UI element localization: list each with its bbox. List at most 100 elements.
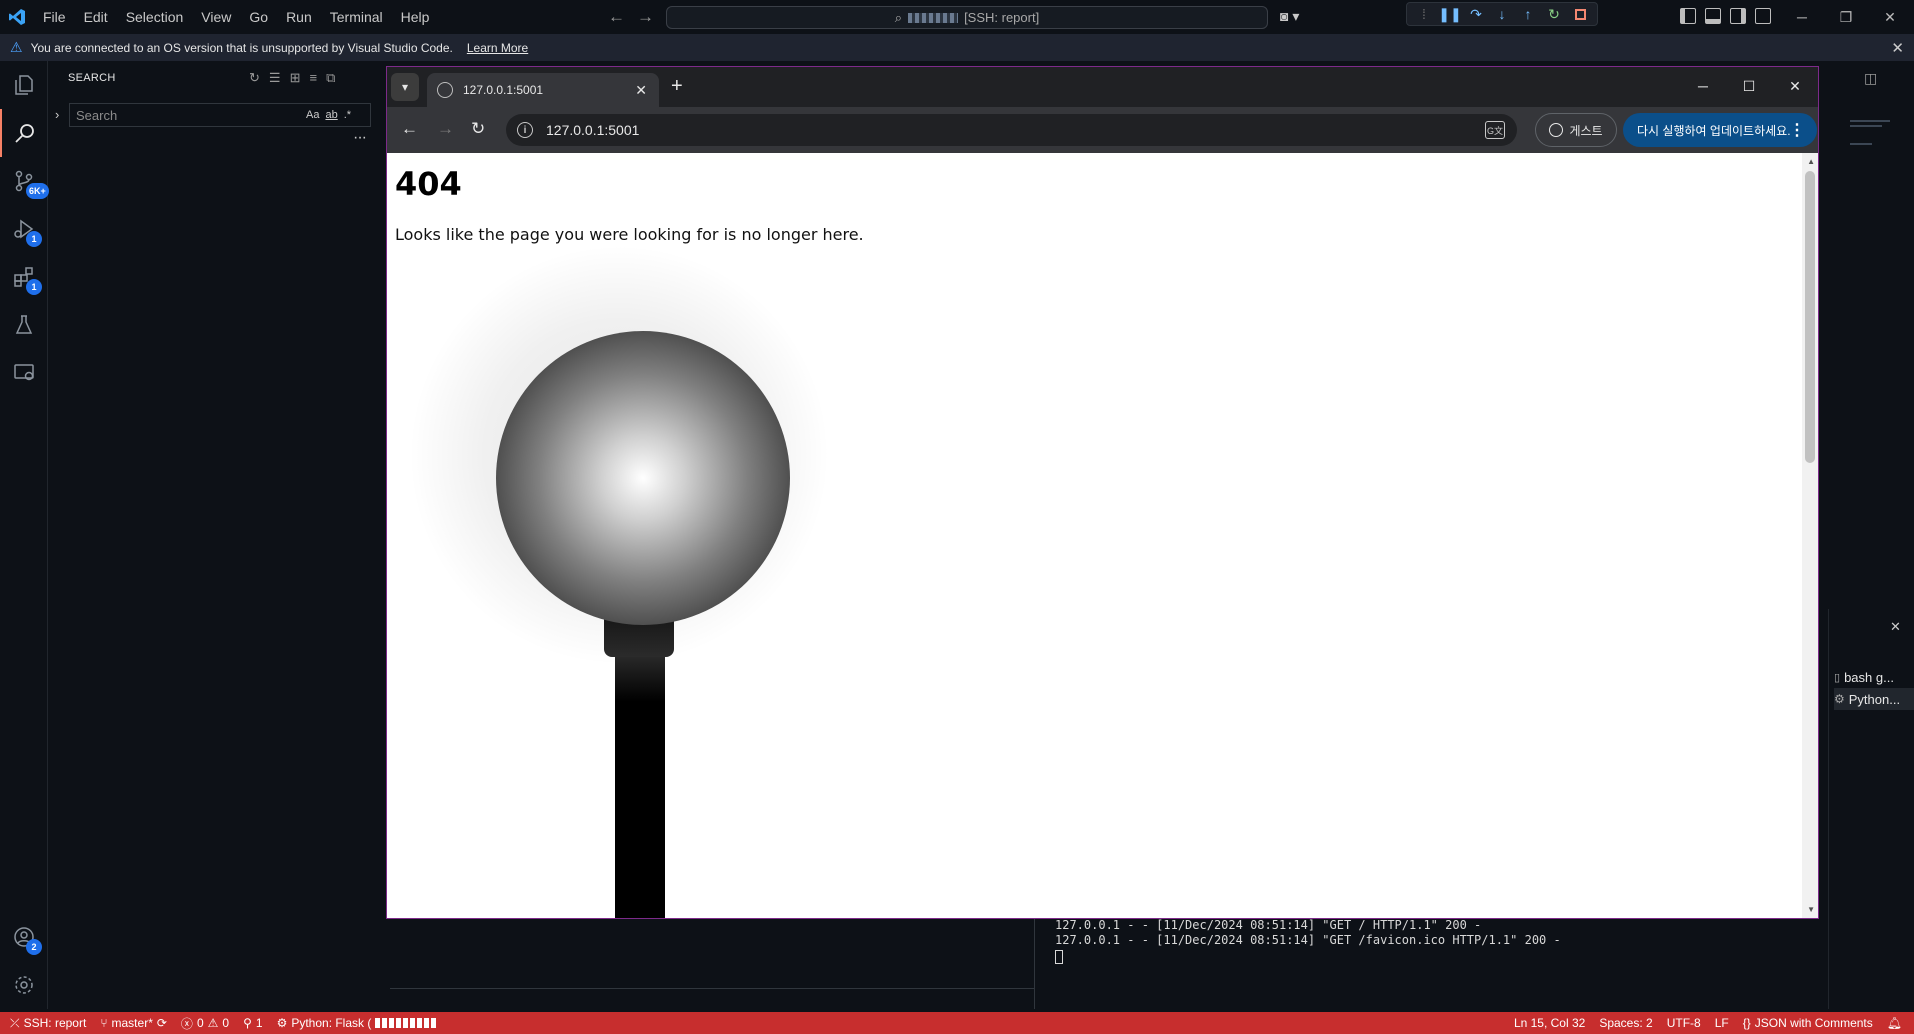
- step-out-icon[interactable]: ↑: [1515, 3, 1541, 25]
- command-center-label: [SSH: report]: [964, 10, 1040, 25]
- restore-icon[interactable]: ❐: [1824, 0, 1868, 34]
- minimize-icon[interactable]: ─: [1780, 0, 1824, 34]
- browser-back-icon[interactable]: ←: [401, 119, 418, 139]
- extensions-icon[interactable]: 1: [0, 253, 48, 301]
- branch-indicator[interactable]: ⑂ master* ⟳: [93, 1012, 174, 1034]
- terminal-tab-python[interactable]: ⚙ Python...: [1834, 688, 1914, 710]
- address-bar[interactable]: i 127.0.0.1:5001 G文: [506, 114, 1517, 146]
- menu-view[interactable]: View: [192, 0, 240, 34]
- command-center[interactable]: ⌕ [SSH: report]: [666, 6, 1268, 29]
- remote-indicator[interactable]: ⤫ SSH: report: [0, 1012, 93, 1034]
- collapse-all-icon[interactable]: ⧉: [326, 70, 335, 86]
- terminal-cursor: [1055, 950, 1063, 964]
- warning-icon: ⚠: [10, 39, 23, 55]
- terminal-output: 127.0.0.1 - - [11/Dec/2024 08:51:14] "GE…: [1055, 918, 1561, 948]
- menu-go[interactable]: Go: [240, 0, 277, 34]
- learn-more-link[interactable]: Learn More: [467, 41, 528, 55]
- lamp-pole: [615, 653, 665, 918]
- accounts-icon[interactable]: 2: [0, 913, 48, 961]
- warning-icon: ⚠: [207, 1016, 219, 1030]
- menu-run[interactable]: Run: [277, 0, 321, 34]
- restart-icon[interactable]: ↻: [1541, 3, 1567, 25]
- browser-window-controls: ─ ☐ ✕: [1680, 67, 1818, 105]
- browser-forward-icon[interactable]: →: [437, 119, 454, 139]
- testing-icon[interactable]: [0, 301, 48, 349]
- run-debug-icon[interactable]: 1: [0, 205, 48, 253]
- toggle-replace-chevron-icon[interactable]: ›: [55, 107, 59, 122]
- scroll-thumb[interactable]: [1805, 171, 1815, 463]
- window-controls: ─ ❐ ✕: [1780, 0, 1912, 34]
- new-tab-plus-icon[interactable]: +: [671, 75, 683, 98]
- search-view-icon[interactable]: [0, 109, 48, 157]
- menu-terminal[interactable]: Terminal: [321, 0, 392, 34]
- view-as-tree-icon[interactable]: ≡: [309, 70, 317, 86]
- run-configuration[interactable]: ⚙ Python: Flask (: [270, 1012, 445, 1034]
- menu-help[interactable]: Help: [392, 0, 439, 34]
- sync-icon: ⟳: [156, 1016, 167, 1030]
- problems-indicator[interactable]: ⓧ 0 ⚠ 0: [174, 1012, 236, 1034]
- browser-close-icon[interactable]: ✕: [1772, 67, 1818, 105]
- encoding[interactable]: UTF-8: [1660, 1012, 1708, 1034]
- tab-close-icon[interactable]: ✕: [635, 82, 647, 99]
- regex-icon[interactable]: .*: [344, 109, 351, 121]
- page-scrollbar[interactable]: ▲ ▼: [1802, 153, 1818, 918]
- sidebar-title: SEARCH: [68, 72, 116, 84]
- copilot-icon[interactable]: ◙ ▾: [1280, 8, 1299, 25]
- layout-controls: [1680, 8, 1771, 24]
- clear-results-icon[interactable]: ☰: [269, 70, 281, 86]
- browser-tab-title: 127.0.0.1:5001: [463, 83, 544, 97]
- address-bar-url: 127.0.0.1:5001: [546, 122, 640, 138]
- browser-minimize-icon[interactable]: ─: [1680, 67, 1726, 105]
- step-over-icon[interactable]: ↷: [1463, 3, 1489, 25]
- browser-menu-kebab-icon[interactable]: ⋮: [1789, 120, 1805, 140]
- indentation[interactable]: Spaces: 2: [1592, 1012, 1659, 1034]
- search-input[interactable]: [70, 107, 300, 123]
- forward-arrow-icon[interactable]: →: [637, 7, 654, 27]
- scroll-down-arrow-icon[interactable]: ▼: [1807, 905, 1815, 914]
- toggle-sidebar-icon[interactable]: [1680, 8, 1696, 24]
- terminal-tab-bash[interactable]: ▯ bash g...: [1834, 666, 1894, 688]
- ports-indicator[interactable]: ⚲ 1: [236, 1012, 269, 1034]
- browser-maximize-icon[interactable]: ☐: [1726, 67, 1772, 105]
- close-icon[interactable]: ✕: [1868, 0, 1912, 34]
- menu-file[interactable]: File: [34, 0, 75, 34]
- manage-gear-icon[interactable]: [0, 961, 48, 1009]
- browser-tab-strip: ▾ 127.0.0.1:5001 ✕ + ─ ☐ ✕: [387, 67, 1818, 107]
- new-search-editor-icon[interactable]: ⊞: [290, 70, 301, 86]
- split-editor-icon[interactable]: ◫: [1864, 70, 1877, 87]
- drag-handle-icon[interactable]: ⁞: [1411, 3, 1437, 25]
- step-into-icon[interactable]: ↓: [1489, 3, 1515, 25]
- explorer-icon[interactable]: [0, 61, 48, 109]
- remote-explorer-icon[interactable]: [0, 349, 48, 397]
- scroll-up-arrow-icon[interactable]: ▲: [1807, 157, 1815, 166]
- cursor-position[interactable]: Ln 15, Col 32: [1507, 1012, 1592, 1034]
- search-details-icon[interactable]: ···: [353, 129, 367, 147]
- relaunch-update-button[interactable]: 다시 실행하여 업데이트하세요. ⋮: [1623, 113, 1817, 147]
- browser-reload-icon[interactable]: ↻: [471, 119, 485, 139]
- match-case-icon[interactable]: Aa: [306, 109, 319, 121]
- tab-search-chevron-icon[interactable]: ▾: [391, 73, 419, 101]
- customize-layout-icon[interactable]: [1755, 8, 1771, 24]
- toggle-panel-icon[interactable]: [1705, 8, 1721, 24]
- toggle-secondary-sidebar-icon[interactable]: [1730, 8, 1746, 24]
- pause-icon[interactable]: ❚❚: [1437, 3, 1463, 25]
- browser-tab[interactable]: 127.0.0.1:5001 ✕: [427, 73, 659, 107]
- notifications-bell-icon[interactable]: 🔔︎: [1880, 1012, 1914, 1034]
- refresh-icon[interactable]: ↻: [249, 70, 260, 86]
- panel-separator: [390, 988, 1034, 989]
- whole-word-icon[interactable]: ab: [325, 109, 337, 121]
- end-of-line[interactable]: LF: [1708, 1012, 1736, 1034]
- source-control-icon[interactable]: 6K+: [0, 157, 49, 205]
- panel-divider[interactable]: [1034, 918, 1035, 1009]
- stop-icon[interactable]: [1567, 3, 1593, 25]
- site-info-icon[interactable]: i: [517, 122, 533, 138]
- back-arrow-icon[interactable]: ←: [608, 7, 625, 27]
- banner-close-icon[interactable]: ✕: [1891, 39, 1904, 57]
- translate-icon[interactable]: G文: [1485, 121, 1505, 139]
- menu-bar: File Edit Selection View Go Run Terminal…: [34, 0, 438, 34]
- guest-profile-button[interactable]: 게스트: [1535, 113, 1617, 147]
- menu-selection[interactable]: Selection: [117, 0, 193, 34]
- language-mode[interactable]: {} JSON with Comments: [1736, 1012, 1880, 1034]
- menu-edit[interactable]: Edit: [75, 0, 117, 34]
- run-debug-badge: 1: [26, 231, 42, 247]
